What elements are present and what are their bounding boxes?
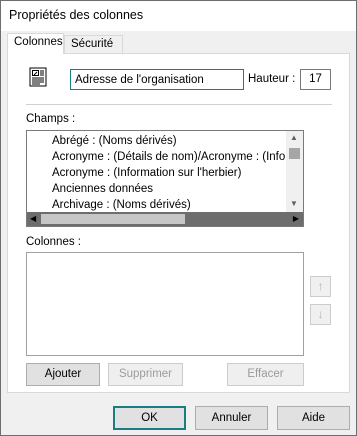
champs-horizontal-scrollbar[interactable]: ◀ ▶ (27, 212, 303, 226)
move-down-button[interactable]: ↓ (310, 304, 331, 325)
cancel-button[interactable]: Annuler (195, 406, 268, 430)
column-name-input[interactable] (70, 69, 244, 90)
arrow-up-icon: ↑ (317, 279, 324, 293)
clear-button[interactable]: Effacer (227, 363, 304, 386)
list-item[interactable]: Acronyme : (Information sur l'herbier) (52, 165, 241, 181)
title-bar[interactable]: Propriétés des colonnes (1, 1, 356, 31)
scroll-left-arrow-icon[interactable]: ◀ (30, 214, 36, 224)
list-item[interactable]: Anciennes données (52, 181, 153, 197)
champs-vertical-scrollbar[interactable]: ▲ ▼ (286, 131, 303, 212)
list-item[interactable]: Abrégé : (Noms dérivés) (52, 133, 177, 149)
add-button[interactable]: Ajouter (26, 363, 100, 386)
height-label: Hauteur : (248, 73, 296, 85)
dialog-window: Propriétés des colonnes Colonnes Sécurit… (0, 0, 357, 436)
scroll-right-arrow-icon[interactable]: ▶ (293, 214, 299, 224)
arrow-down-icon: ↓ (317, 307, 324, 321)
scroll-thumb[interactable] (289, 148, 300, 159)
tab-colonnes[interactable]: Colonnes (7, 33, 64, 54)
champs-label: Champs : (26, 113, 76, 125)
ok-button[interactable]: OK (113, 406, 186, 430)
column-properties-icon (28, 66, 50, 88)
list-item[interactable]: Acronyme : (Détails de nom)/Acronyme : (… (52, 149, 299, 165)
champs-listbox[interactable]: Abrégé : (Noms dérivés) Acronyme : (Déta… (26, 130, 304, 227)
help-button[interactable]: Aide (277, 406, 350, 430)
scroll-down-arrow-icon[interactable]: ▼ (290, 199, 298, 209)
scroll-thumb[interactable] (41, 214, 185, 224)
height-input[interactable]: 17 (300, 69, 331, 90)
colonnes-listbox[interactable] (26, 252, 304, 356)
tab-securite[interactable]: Sécurité (64, 35, 123, 54)
window-title: Propriétés des colonnes (9, 8, 144, 22)
tab-panel-colonnes: Hauteur : 17 Champs : Abrégé : (Noms dér… (7, 53, 350, 393)
delete-button[interactable]: Supprimer (108, 363, 183, 386)
move-up-button[interactable]: ↑ (310, 276, 331, 297)
scroll-up-arrow-icon[interactable]: ▲ (290, 133, 298, 143)
list-item[interactable]: Archivage : (Noms dérivés) (52, 197, 191, 213)
separator (26, 104, 332, 105)
colonnes-label: Colonnes : (26, 236, 81, 248)
